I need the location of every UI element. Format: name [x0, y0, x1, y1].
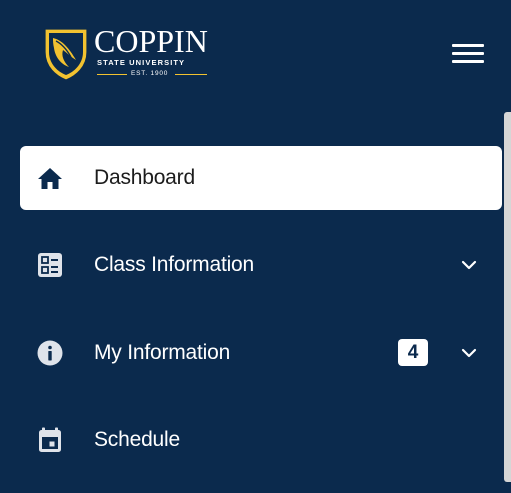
- nav-item-label: My Information: [94, 341, 231, 364]
- hamburger-menu-icon[interactable]: [450, 40, 486, 66]
- brand-name: COPPIN: [94, 23, 208, 59]
- nav-item-dashboard[interactable]: Dashboard: [20, 146, 502, 210]
- university-logo[interactable]: COPPIN STATE UNIVERSITY EST. 1900: [42, 22, 212, 84]
- sidebar-panel: COPPIN STATE UNIVERSITY EST. 1900 Dashbo…: [0, 0, 511, 493]
- info-icon: [37, 340, 63, 366]
- nav-item-schedule[interactable]: Schedule: [20, 408, 502, 472]
- sidebar-scrollbar[interactable]: [503, 100, 511, 493]
- sidebar-header: COPPIN STATE UNIVERSITY EST. 1900: [0, 0, 511, 100]
- nav-item-my-information[interactable]: My Information 4: [20, 321, 502, 385]
- est-line-left: [97, 74, 127, 75]
- hamburger-bar: [452, 52, 484, 55]
- calendar-icon: [39, 427, 61, 452]
- class-list-icon: [38, 253, 62, 277]
- nav-item-class-information[interactable]: Class Information: [20, 233, 502, 297]
- hamburger-bar: [452, 60, 484, 63]
- home-icon: [38, 168, 62, 189]
- brand-subtitle: STATE UNIVERSITY: [97, 58, 186, 67]
- nav-item-label: Class Information: [94, 253, 254, 276]
- nav-item-label: Dashboard: [94, 166, 195, 189]
- brand-est-text: EST. 1900: [131, 70, 169, 77]
- chevron-down-icon[interactable]: [460, 257, 478, 273]
- notification-badge: 4: [398, 339, 428, 366]
- est-line-right: [175, 74, 207, 75]
- coppin-shield-logo: [44, 28, 88, 81]
- brand-est: EST. 1900: [97, 70, 207, 80]
- scrollbar-thumb[interactable]: [504, 112, 511, 482]
- hamburger-bar: [452, 44, 484, 47]
- nav-item-label: Schedule: [94, 428, 180, 451]
- chevron-down-icon[interactable]: [460, 345, 478, 361]
